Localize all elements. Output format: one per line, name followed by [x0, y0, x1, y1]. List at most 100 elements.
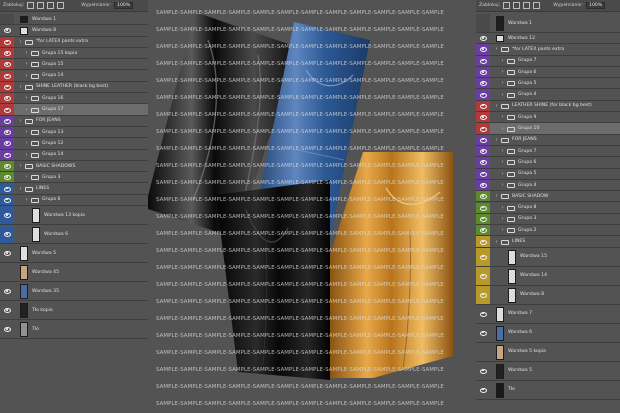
expand-chevron-icon[interactable]: › [500, 205, 505, 211]
visibility-eye-icon[interactable] [0, 104, 14, 115]
layer-group-row[interactable]: › SHINE LEATHER (black bg best) [0, 81, 148, 94]
visibility-eye-icon[interactable] [476, 225, 490, 236]
visibility-eye-icon[interactable] [0, 70, 14, 81]
expand-chevron-icon[interactable]: › [24, 174, 29, 180]
expand-chevron-icon[interactable]: › [24, 61, 29, 67]
visibility-eye-icon[interactable] [476, 179, 490, 191]
visibility-eye-icon[interactable] [0, 93, 14, 104]
visibility-eye-icon[interactable] [476, 146, 490, 157]
layer-group-row[interactable]: › FOR JEANS [0, 115, 148, 127]
layer-group-row[interactable]: › Grupa 12 [0, 138, 148, 150]
visibility-eye-icon[interactable] [0, 282, 14, 301]
layer-group-row[interactable]: › Grupa 6 [476, 66, 620, 79]
expand-chevron-icon[interactable]: › [500, 182, 505, 188]
expand-chevron-icon[interactable]: › [500, 171, 505, 177]
expand-chevron-icon[interactable]: › [500, 148, 505, 154]
visibility-eye-icon[interactable] [0, 14, 14, 25]
visibility-eye-icon[interactable] [0, 194, 14, 206]
layer-group-row[interactable]: › LINES [0, 183, 148, 195]
layer-row[interactable]: Warstwa 1 [0, 14, 148, 26]
expand-chevron-icon[interactable]: › [500, 126, 505, 132]
visibility-eye-icon[interactable] [476, 123, 490, 134]
layer-row[interactable]: Warstwa 5 [0, 244, 148, 264]
layer-row[interactable]: Tło kopia [0, 301, 148, 321]
lock-position-icon[interactable] [37, 2, 45, 9]
layer-group-row[interactable]: › Grupa 13 [0, 127, 148, 139]
layer-row[interactable]: Warstwa 6 [0, 225, 148, 245]
expand-chevron-icon[interactable]: › [18, 118, 23, 124]
fill-input[interactable]: 100% [586, 2, 606, 9]
visibility-eye-icon[interactable] [476, 66, 490, 78]
visibility-eye-icon[interactable] [476, 304, 490, 323]
layer-row[interactable]: Warstwa 12 [476, 33, 620, 45]
visibility-eye-icon[interactable] [476, 266, 490, 285]
layer-group-row[interactable]: › Grupa 17 [0, 104, 148, 116]
lock-position-icon[interactable] [513, 2, 521, 9]
layer-group-row[interactable]: › Grupa 5 [476, 168, 620, 180]
layer-group-row[interactable]: › Grupa 10 [476, 123, 620, 135]
visibility-eye-icon[interactable] [476, 380, 490, 399]
expand-chevron-icon[interactable]: › [24, 129, 29, 135]
lock-all-icon[interactable] [57, 2, 65, 9]
expand-chevron-icon[interactable]: › [494, 137, 499, 143]
lock-pixels-icon[interactable] [503, 2, 511, 9]
expand-chevron-icon[interactable]: › [494, 239, 499, 245]
visibility-eye-icon[interactable] [0, 225, 14, 244]
layer-group-row[interactable]: › Grupa 4 [476, 89, 620, 101]
layer-group-row[interactable]: › Grupa 16 [0, 93, 148, 105]
expand-chevron-icon[interactable]: › [500, 80, 505, 86]
visibility-eye-icon[interactable] [0, 115, 14, 126]
expand-chevron-icon[interactable]: › [24, 95, 29, 101]
layer-group-row[interactable]: › Grupa 6 [476, 157, 620, 169]
layer-group-row[interactable]: › *for LATEX pants extra [476, 44, 620, 56]
expand-chevron-icon[interactable]: › [18, 163, 23, 169]
visibility-eye-icon[interactable] [0, 183, 14, 194]
visibility-eye-icon[interactable] [476, 247, 490, 266]
expand-chevron-icon[interactable]: › [500, 58, 505, 64]
expand-chevron-icon[interactable]: › [494, 193, 499, 199]
visibility-eye-icon[interactable] [476, 44, 490, 55]
layer-group-row[interactable]: › Grupa 6 [0, 194, 148, 207]
layer-group-row[interactable]: › Grupa 9 [476, 112, 620, 124]
layer-group-row[interactable]: › BASIC SHADOWS [0, 160, 148, 173]
visibility-eye-icon[interactable] [476, 14, 490, 32]
layer-group-row[interactable]: › Grupa 8 [476, 202, 620, 214]
expand-chevron-icon[interactable]: › [18, 84, 23, 90]
expand-chevron-icon[interactable]: › [500, 114, 505, 120]
layer-row[interactable]: Warstwa 8 [476, 285, 620, 305]
visibility-eye-icon[interactable] [0, 320, 14, 339]
layer-row[interactable]: Warstwa 5 kopia [476, 342, 620, 362]
layer-group-row[interactable]: › *for LATEX pants extra [0, 36, 148, 48]
expand-chevron-icon[interactable]: › [500, 227, 505, 233]
visibility-eye-icon[interactable] [476, 89, 490, 100]
visibility-eye-icon[interactable] [0, 263, 14, 282]
layer-group-row[interactable]: › Grupa 14 [0, 149, 148, 161]
layer-row[interactable]: Warstwa 45 [0, 263, 148, 283]
visibility-eye-icon[interactable] [0, 149, 14, 160]
visibility-eye-icon[interactable] [0, 138, 14, 149]
visibility-eye-icon[interactable] [476, 191, 490, 202]
expand-chevron-icon[interactable]: › [500, 92, 505, 98]
layer-row[interactable]: Tło [476, 380, 620, 400]
visibility-eye-icon[interactable] [0, 127, 14, 138]
lock-all-icon[interactable] [533, 2, 541, 9]
visibility-eye-icon[interactable] [476, 55, 490, 66]
lock-artboard-icon[interactable] [523, 2, 531, 9]
layer-row[interactable]: Warstwa 15 [476, 247, 620, 267]
layer-row[interactable]: Warstwa 5 [476, 361, 620, 381]
layer-group-row[interactable]: › FOR JEANS [476, 134, 620, 146]
layer-row[interactable]: Warstwa 13 kopia [0, 206, 148, 226]
visibility-eye-icon[interactable] [0, 81, 14, 93]
visibility-eye-icon[interactable] [0, 59, 14, 70]
visibility-eye-icon[interactable] [0, 47, 14, 59]
layer-group-row[interactable]: › Grupa 3 [476, 213, 620, 226]
layer-group-row[interactable]: › BASIC SHADOW [476, 191, 620, 203]
visibility-eye-icon[interactable] [476, 168, 490, 179]
visibility-eye-icon[interactable] [476, 361, 490, 380]
visibility-eye-icon[interactable] [476, 342, 490, 361]
layer-group-row[interactable]: › Grupa 4 [476, 179, 620, 192]
expand-chevron-icon[interactable]: › [18, 186, 23, 192]
visibility-eye-icon[interactable] [476, 236, 490, 247]
layer-group-row[interactable]: › Grupa 15 kopia [0, 47, 148, 60]
expand-chevron-icon[interactable]: › [24, 140, 29, 146]
